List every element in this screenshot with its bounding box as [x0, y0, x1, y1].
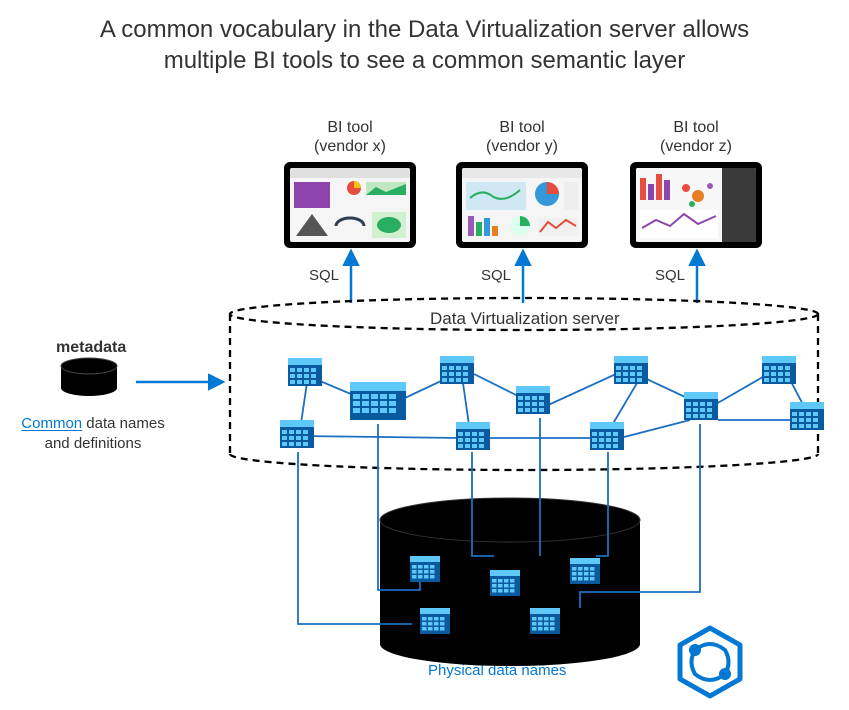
monitor-vendor-x [284, 162, 416, 248]
virtual-table-icon-large [350, 382, 406, 420]
virtual-table-icon [684, 392, 718, 420]
virtual-table-icon [790, 402, 824, 430]
virtual-table-icon [590, 422, 624, 450]
bi-tool-x-label: BI tool (vendor x) [290, 118, 410, 156]
bi-tool-label: BI tool [327, 119, 372, 136]
physical-table-icon [410, 556, 440, 582]
bi-tool-vendor: (vendor z) [660, 138, 732, 155]
virtual-table-icon [516, 386, 550, 414]
physical-table-icon [570, 558, 600, 584]
bi-tool-y-label: BI tool (vendor y) [462, 118, 582, 156]
virtual-table-icon [456, 422, 490, 450]
sql-label-y: SQL [476, 267, 516, 284]
physical-table-icon [530, 608, 560, 634]
azure-synapse-cylinder [380, 498, 640, 666]
virtual-table-connectors [300, 374, 808, 438]
synapse-logo-icon [680, 628, 740, 696]
virtual-table-icon [614, 356, 648, 384]
dashboard-icon [636, 168, 756, 242]
monitor-vendor-y [456, 162, 588, 248]
title-line-1: A common vocabulary in the Data Virtuali… [100, 16, 749, 43]
common-definitions-label: Common data names and definitions [8, 414, 178, 453]
physical-table-icon [420, 608, 450, 634]
sql-label-z: SQL [650, 267, 690, 284]
bi-tool-label: BI tool [673, 119, 718, 136]
common-underline: Common [21, 415, 82, 432]
virtual-table-icon [280, 420, 314, 448]
dashboard-icon [462, 168, 582, 242]
bi-tool-vendor: (vendor x) [314, 138, 386, 155]
virtual-table-icon [762, 356, 796, 384]
bi-tool-label: BI tool [499, 119, 544, 136]
virtual-table-icon [288, 358, 322, 386]
physical-table-icon [490, 570, 520, 596]
bi-tool-z-label: BI tool (vendor z) [636, 118, 756, 156]
metadata-cylinder-icon [61, 358, 117, 396]
dv-server-label: Data Virtualization server [430, 309, 620, 329]
monitor-vendor-z [630, 162, 762, 248]
sql-label-x: SQL [304, 267, 344, 284]
diagram-canvas [0, 0, 849, 710]
virtual-table-icon [440, 356, 474, 384]
bi-tool-vendor: (vendor y) [486, 138, 558, 155]
physical-data-names-label: Physical data names [428, 662, 566, 679]
title-line-2: multiple BI tools to see a common semant… [164, 47, 686, 74]
azure-synapse-label: Azure Synapse [430, 526, 590, 546]
dashboard-icon [290, 168, 410, 242]
metadata-label: metadata [56, 339, 126, 357]
page-title: A common vocabulary in the Data Virtuali… [0, 14, 849, 76]
virtual-to-physical-connectors [298, 418, 700, 624]
